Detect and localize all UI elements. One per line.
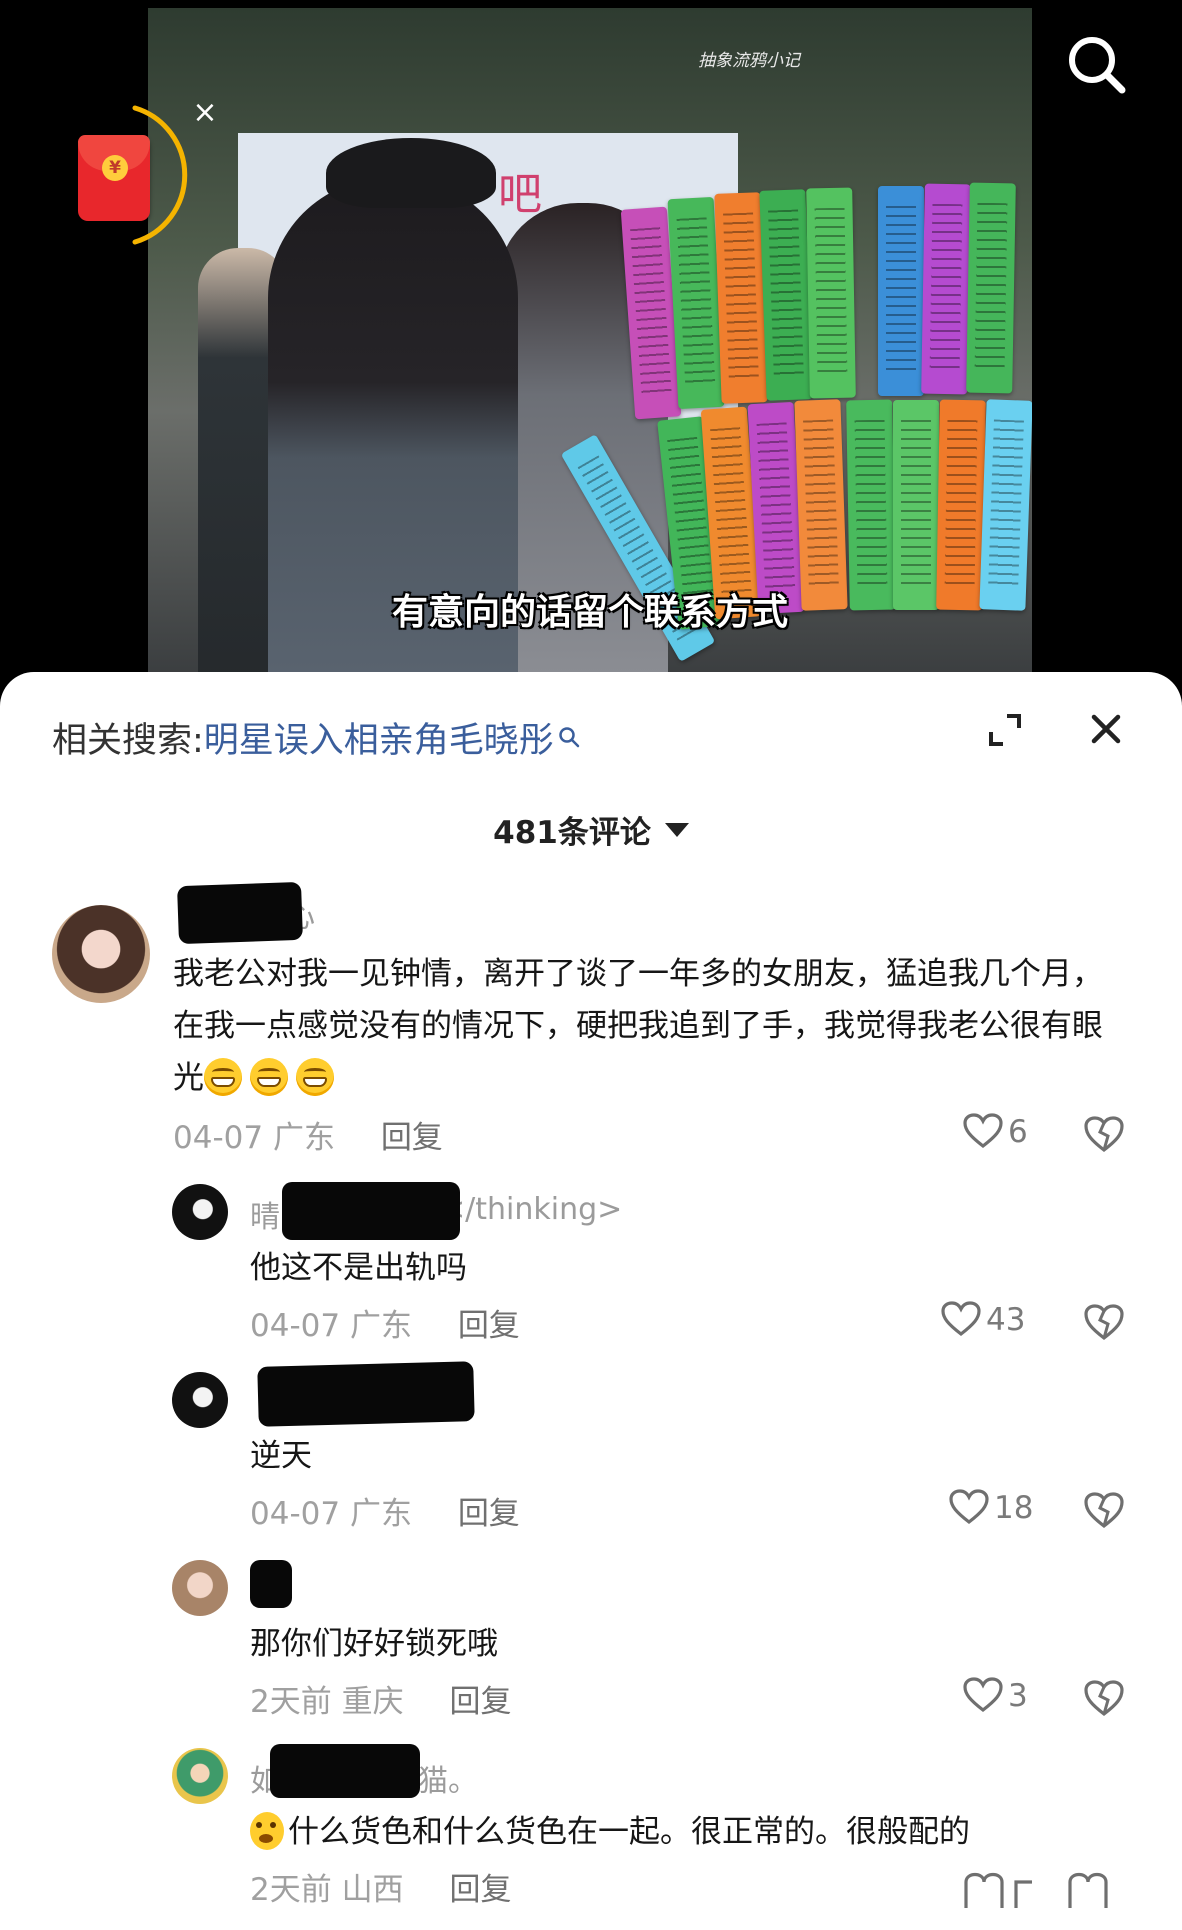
- comment-date: 2天前: [250, 1684, 332, 1720]
- redacted-username: [282, 1182, 460, 1240]
- comment-text-body: 什么货色和什么货色在一起。很正常的。很般配的: [288, 1814, 970, 1850]
- comment-location: 广东: [272, 1120, 335, 1156]
- reply-button[interactable]: 回复: [449, 1684, 511, 1720]
- comment-meta: 04-07 广东 回复: [250, 1300, 520, 1345]
- video-person-hat: [326, 138, 496, 208]
- related-search-label: 相关搜索:: [52, 721, 204, 761]
- avatar[interactable]: [52, 905, 150, 1003]
- close-icon[interactable]: [1087, 710, 1125, 748]
- comment-meta: 04-07 广东 回复: [173, 1112, 443, 1157]
- heart-icon: [963, 1113, 1003, 1149]
- related-search[interactable]: 相关搜索:明星误入相亲角毛晓彤: [52, 712, 580, 763]
- video-paper: [759, 189, 813, 401]
- comment-location: 山西: [341, 1872, 404, 1908]
- comment-location: 广东: [349, 1308, 412, 1344]
- red-packet-close-icon[interactable]: ×: [190, 98, 220, 128]
- like-button[interactable]: [962, 1868, 1112, 1908]
- avatar[interactable]: [172, 1748, 228, 1804]
- comment-username-suffix: </thinking>: [440, 1192, 623, 1227]
- comment-date: 2天前: [250, 1872, 332, 1908]
- like-count: 18: [994, 1490, 1034, 1526]
- video-watermark: 抽象流鸦小记: [698, 51, 800, 71]
- chevron-down-icon: [664, 823, 689, 837]
- board-text: 吧: [498, 169, 542, 220]
- comment-username[interactable]: 晴: [250, 1192, 280, 1236]
- video-paper: [806, 187, 856, 399]
- comment-date: 04-07: [250, 1496, 341, 1532]
- video-paper: [878, 186, 924, 396]
- avatar[interactable]: [172, 1560, 228, 1616]
- comment-count: 481条评论: [493, 815, 651, 851]
- comment-text: 那你们好好锁死哦: [250, 1626, 498, 1662]
- comment-meta: 04-07 广东 回复: [250, 1488, 520, 1533]
- comment-location: 重庆: [341, 1684, 404, 1720]
- redacted-username: [250, 1560, 292, 1608]
- dislike-broken-heart-icon[interactable]: [1082, 1488, 1126, 1532]
- video-paper: [966, 182, 1016, 394]
- comment-text: 我老公对我一见钟情，离开了谈了一年多的女朋友，猛追我几个月，在我一点感觉没有的情…: [173, 948, 1118, 1104]
- comment-count-dropdown[interactable]: 481条评论: [0, 807, 1182, 852]
- heart-icon: [963, 1677, 1003, 1713]
- search-icon[interactable]: [1062, 30, 1132, 100]
- video-paper: [794, 399, 848, 611]
- video-paper: [979, 399, 1032, 611]
- reply-button[interactable]: 回复: [449, 1872, 511, 1908]
- video-player[interactable]: 吧 抽象流鸦小记 有意向的话留个联系方式: [148, 8, 1032, 680]
- video-paper: [921, 183, 971, 395]
- comment-username-suffix: 猫。: [418, 1764, 478, 1799]
- like-count: 6: [1008, 1114, 1028, 1150]
- redacted-username: [257, 1361, 475, 1427]
- heart-icon: [941, 1301, 981, 1337]
- like-button[interactable]: 3: [962, 1676, 1028, 1714]
- grin-emoji-icon: [296, 1058, 334, 1096]
- avatar[interactable]: [172, 1372, 228, 1428]
- search-small-icon: [559, 727, 580, 748]
- dislike-broken-heart-icon[interactable]: [1082, 1676, 1126, 1720]
- red-packet-icon[interactable]: ¥: [78, 135, 150, 221]
- reply-button[interactable]: 回复: [381, 1120, 443, 1156]
- expand-icon[interactable]: [985, 710, 1025, 750]
- dislike-broken-heart-icon[interactable]: [1082, 1300, 1126, 1344]
- like-count: 3: [1008, 1678, 1028, 1714]
- avatar[interactable]: [172, 1184, 228, 1240]
- comment-meta: 2天前 山西 回复: [250, 1864, 511, 1909]
- comment-text: 什么货色和什么货色在一起。很正常的。很般配的: [250, 1806, 970, 1858]
- comment-text: 逆天: [250, 1438, 312, 1474]
- comment-location: 广东: [349, 1496, 412, 1532]
- video-paper: [846, 399, 896, 611]
- reply-button[interactable]: 回复: [458, 1308, 520, 1344]
- like-count: 43: [986, 1302, 1026, 1338]
- comment-text: 他这不是出轨吗: [250, 1250, 467, 1286]
- reply-button[interactable]: 回复: [458, 1496, 520, 1532]
- comment-date: 04-07: [173, 1120, 264, 1156]
- blush-emoji-icon: [250, 1812, 284, 1850]
- like-button[interactable]: 18: [948, 1488, 1033, 1526]
- redacted-username: [177, 881, 303, 945]
- dislike-broken-heart-icon[interactable]: [1082, 1112, 1126, 1156]
- comment-date: 04-07: [250, 1308, 341, 1344]
- grin-emoji-icon: [204, 1058, 242, 1096]
- comment-sheet: 相关搜索:明星误入相亲角毛晓彤 481条评论 心 我老公对我一见钟情，离开了谈了…: [0, 672, 1182, 1930]
- related-search-link[interactable]: 明星误入相亲角毛晓彤: [204, 721, 554, 761]
- comment-meta: 2天前 重庆 回复: [250, 1676, 511, 1721]
- redacted-username: [270, 1744, 420, 1798]
- like-button[interactable]: 6: [962, 1112, 1028, 1150]
- heart-icon: [949, 1489, 989, 1525]
- video-paper: [936, 399, 986, 611]
- red-packet-coin: ¥: [102, 155, 128, 181]
- like-button[interactable]: 43: [940, 1300, 1025, 1338]
- grin-emoji-icon: [250, 1058, 288, 1096]
- video-subtitle: 有意向的话留个联系方式: [391, 592, 788, 633]
- video-paper: [893, 400, 939, 610]
